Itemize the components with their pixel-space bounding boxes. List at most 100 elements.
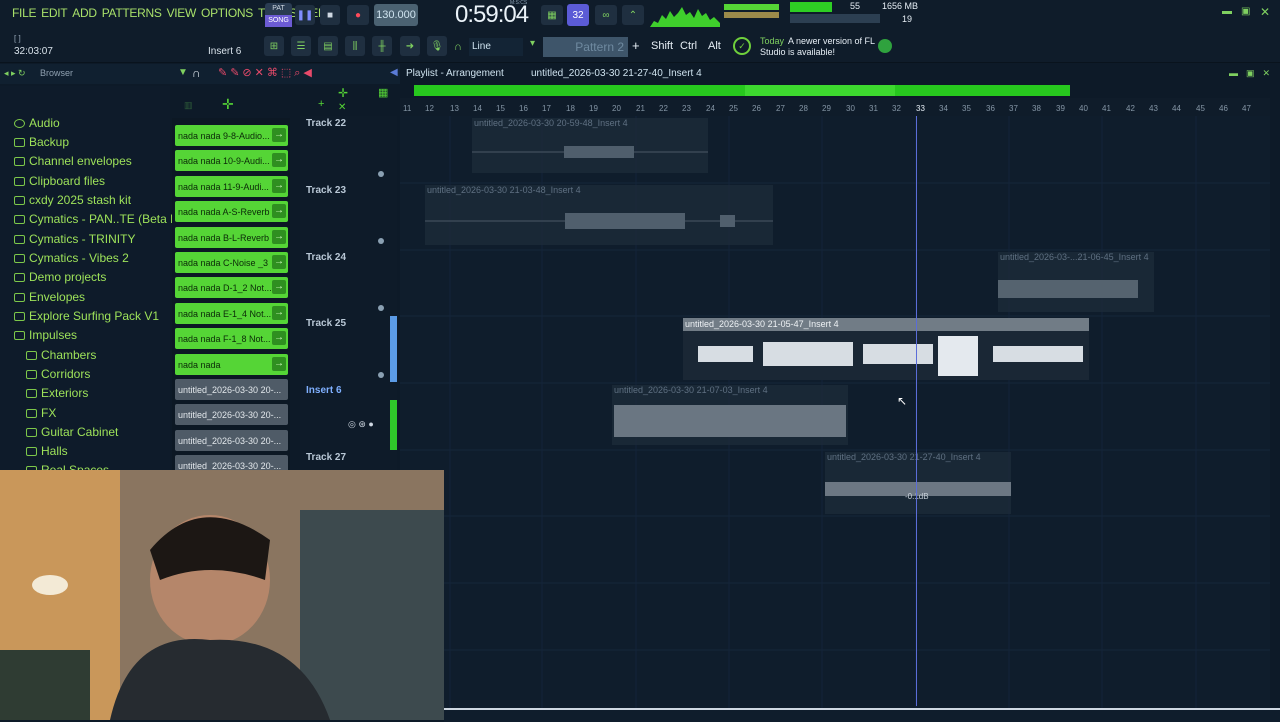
maximize-icon[interactable]: ▣: [1241, 6, 1250, 17]
playlist-window-controls[interactable]: ▬▣✕: [1229, 68, 1278, 79]
channel-button[interactable]: nada nada 9-8-Audio... →: [175, 125, 288, 146]
channel-button[interactable]: nada nada B-L-Reverb →: [175, 227, 288, 248]
add-track-icon[interactable]: +: [318, 98, 324, 110]
browser-item[interactable]: Impulses: [14, 328, 77, 342]
browser-subitem[interactable]: Chambers: [26, 348, 96, 362]
channel-arrow-icon[interactable]: →: [272, 331, 286, 345]
tempo-display[interactable]: 130.000: [374, 4, 418, 26]
channel-arrow-icon[interactable]: →: [272, 306, 286, 320]
browser-options-icon[interactable]: ◂ ▸ ↻: [4, 68, 26, 79]
scroll-handle[interactable]: [745, 85, 895, 96]
news-text[interactable]: A newer version of FL Studio is availabl…: [760, 36, 875, 58]
rack-nav-icon[interactable]: ✛: [222, 96, 234, 113]
menu-view[interactable]: VIEW: [167, 6, 197, 20]
close-track-icon[interactable]: ✕: [338, 102, 346, 113]
browser-item[interactable]: Cymatics - TRINITY: [14, 232, 135, 246]
track-dot[interactable]: [378, 372, 384, 378]
channel-button[interactable]: nada nada D-1_2 Not... →: [175, 277, 288, 298]
step-edit-icon[interactable]: ▦: [541, 5, 563, 25]
channel-arrow-icon[interactable]: →: [272, 230, 286, 244]
pause-button[interactable]: ❚❚: [295, 5, 315, 25]
track-dot[interactable]: [378, 171, 384, 177]
record-button[interactable]: ●: [347, 5, 369, 25]
ctrl-key[interactable]: Ctrl: [680, 40, 697, 52]
channel-button[interactable]: nada nada A-S-Reverb →: [175, 201, 288, 222]
browser-item[interactable]: Explore Surfing Pack V1: [14, 309, 159, 323]
browser-item[interactable]: cxdy 2025 stash kit: [14, 193, 131, 207]
channel-arrow-icon[interactable]: →: [272, 179, 286, 193]
loop-record-icon[interactable]: ∞: [595, 5, 617, 25]
news-icon[interactable]: ✓: [733, 37, 751, 55]
track-name[interactable]: Track 23: [306, 185, 346, 196]
audio-clip[interactable]: untitled_2026-03-30 20-59-48_Insert 4: [472, 118, 708, 173]
channel-button[interactable]: nada nada 10-9-Audi... →: [175, 150, 288, 171]
channel-rack-icon[interactable]: ☰: [291, 36, 311, 56]
rack-grid-icon[interactable]: ▥: [184, 100, 193, 111]
audio-clip[interactable]: untitled_2026-03-30 21-03-48_Insert 4: [425, 185, 773, 245]
audio-clip[interactable]: untitled_2026-03-30 21-07-03_Insert 4: [612, 385, 848, 445]
plugin-icon[interactable]: ╫: [372, 36, 392, 56]
browser-item[interactable]: Backup: [14, 135, 69, 149]
timeline-ruler[interactable]: 11 12 13 14 15 16 17 18 19 20 21 22 23 2…: [400, 98, 1270, 116]
channel-button[interactable]: nada nada E-1_4 Not... →: [175, 303, 288, 324]
channel-button[interactable]: nada nada 11-9-Audi... →: [175, 176, 288, 197]
channel-arrow-icon[interactable]: →: [272, 357, 286, 371]
track-name[interactable]: Track 27: [306, 452, 346, 463]
mode-button[interactable]: 32: [567, 4, 589, 26]
microphone-icon[interactable]: 🎙: [427, 36, 447, 56]
track-name[interactable]: Insert 6: [306, 385, 342, 396]
playlist-menu-icon[interactable]: ▼: [178, 67, 188, 78]
snap-dropdown-icon[interactable]: ▾: [530, 38, 535, 49]
track-dot[interactable]: [378, 305, 384, 311]
track-name[interactable]: Track 25: [306, 318, 346, 329]
snap-select[interactable]: Line: [469, 38, 523, 56]
browser-subitem[interactable]: Halls: [26, 444, 68, 458]
track-dot[interactable]: [378, 238, 384, 244]
playlist-area[interactable]: untitled_2026-03-30 20-59-48_Insert 4 un…: [400, 116, 1270, 720]
browser-item[interactable]: Envelopes: [14, 290, 85, 304]
grid-icon[interactable]: ▦: [378, 86, 388, 99]
arrow-right-icon[interactable]: ➜: [400, 36, 420, 56]
menu-edit[interactable]: EDIT: [41, 6, 67, 20]
browser-item[interactable]: Audio: [14, 116, 60, 130]
browser-subitem[interactable]: FX: [26, 406, 56, 420]
move-icon[interactable]: ✛: [338, 86, 348, 100]
channel-button[interactable]: untitled_2026-03-30 20-...: [175, 404, 288, 425]
browser-subitem[interactable]: Exteriors: [26, 386, 88, 400]
channel-arrow-icon[interactable]: →: [272, 153, 286, 167]
tool-icons[interactable]: ✎✎⊘✕⌘⬚⌕◀: [218, 66, 315, 80]
audio-clip[interactable]: untitled_2026-03-30 21-27-40_Insert 4 -0…: [825, 452, 1011, 514]
playhead[interactable]: [916, 116, 917, 706]
minimize-icon[interactable]: ▬: [1222, 6, 1232, 17]
playlist-icon[interactable]: ⊞: [264, 36, 284, 56]
metronome-icon[interactable]: ⌃: [622, 5, 644, 25]
headphones-icon[interactable]: ∩: [454, 41, 462, 53]
globe-icon[interactable]: [878, 39, 892, 53]
magnet-icon[interactable]: ∩: [192, 66, 201, 80]
menu-file[interactable]: FILE: [12, 6, 36, 20]
browser-item[interactable]: Cymatics - Vibes 2: [14, 251, 129, 265]
channel-button[interactable]: untitled_2026-03-30 20-...: [175, 379, 288, 400]
browser-item[interactable]: Channel envelopes: [14, 154, 132, 168]
browser-item[interactable]: Clipboard files: [14, 174, 105, 188]
menu-add[interactable]: ADD: [72, 6, 97, 20]
browser-item[interactable]: Demo projects: [14, 270, 106, 284]
add-pattern-icon[interactable]: +: [632, 38, 640, 53]
channel-button[interactable]: untitled_2026-03-30 20-...: [175, 430, 288, 451]
channel-button[interactable]: nada nada →: [175, 354, 288, 375]
pat-song-toggle[interactable]: PAT SONG: [265, 3, 292, 27]
pattern-select[interactable]: Pattern 2: [543, 37, 628, 57]
channel-arrow-icon[interactable]: →: [272, 128, 286, 142]
channel-arrow-icon[interactable]: →: [272, 204, 286, 218]
track-name[interactable]: Track 24: [306, 252, 346, 263]
menu-patterns[interactable]: PATTERNS: [102, 6, 162, 20]
piano-roll-icon[interactable]: ▤: [318, 36, 338, 56]
channel-arrow-icon[interactable]: →: [272, 280, 286, 294]
channel-button[interactable]: nada nada F-1_8 Not... →: [175, 328, 288, 349]
selected-audio-clip[interactable]: untitled_2026-03-30 21-05-47_Insert 4: [683, 318, 1089, 380]
stop-button[interactable]: ■: [320, 5, 340, 25]
menu-options[interactable]: OPTIONS: [201, 6, 253, 20]
track-name[interactable]: Track 22: [306, 118, 346, 129]
channel-arrow-icon[interactable]: →: [272, 255, 286, 269]
shift-key[interactable]: Shift: [651, 40, 673, 52]
